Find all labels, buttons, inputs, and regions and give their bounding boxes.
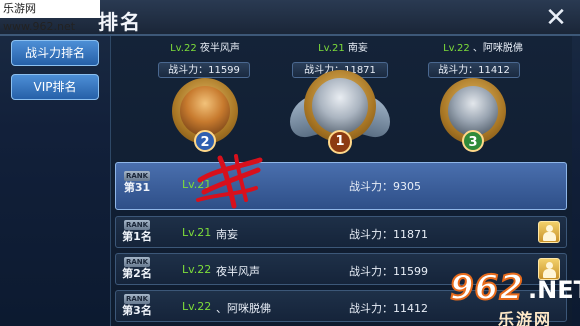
my-rank-row[interactable]: RANK 第31 Lv.21 战斗力：9305 [115,162,567,210]
rank-place: 第3名 [122,304,152,317]
podium-3-power: 战斗力：11412 [428,62,520,78]
rank-place: 第2名 [122,267,152,280]
rank-ribbon: RANK [124,220,150,230]
podium-1-medal[interactable]: 1 [290,70,390,160]
podium-2-label: Lv.22 夜半风声 [150,39,260,54]
avatar-3 [448,86,498,136]
vip-rank-tab[interactable]: VIP排名 [11,74,99,100]
podium-1-label: Lv.21 南妄 [288,39,398,54]
page-title: 排名 [98,10,142,34]
avatar-2 [180,86,230,136]
row-power: 战斗力：11599 [349,265,428,278]
rank-place: 第31 [123,181,151,194]
podium-1-level: Lv.21 [318,43,345,54]
podium-2-name: 夜半风声 [199,43,240,54]
podium-3-level: Lv.22 [443,43,470,54]
person-icon [546,225,553,232]
podium-1-name: 南妄 [347,43,368,54]
avatar-1 [312,78,368,134]
podium-3-name: 、阿咪脱佛 [472,43,523,54]
watermark-suffix: .NET [528,276,580,304]
podium-2-power: 战斗力：11599 [158,62,250,78]
rank-place: 第1名 [122,230,152,243]
red-scribble-mark [196,154,263,209]
rank-tag: RANK 第2名 [120,257,154,283]
podium-3-label: Lv.22 、阿咪脱佛 [418,39,548,54]
row-name: 南妄 [216,228,238,241]
row-power: 战斗力：9305 [349,180,421,193]
row-power: 战斗力：11412 [349,302,428,315]
podium-2-medal[interactable]: 2 [170,78,240,156]
rank-ribbon: RANK [124,171,150,181]
power-rank-tab[interactable]: 战斗力排名 [11,40,99,66]
row-level: Lv.22 [182,300,212,313]
rank-tag: RANK 第1名 [120,220,154,246]
row-level: Lv.22 [182,263,212,276]
rank-badge-1: 1 [328,130,352,154]
row-name: 夜半风声 [216,265,260,278]
row-level: Lv.21 [182,226,212,239]
rank-ribbon: RANK [124,257,150,267]
rank-ribbon: RANK [124,294,150,304]
table-row[interactable]: RANK 第1名 Lv.21 南妄 战斗力：11871 [115,216,567,248]
rank-tag: RANK 第3名 [120,294,154,320]
watermark-brand: 乐游网 [498,310,553,326]
site-logo-watermark: 962 .NET 乐游网 [440,266,580,326]
person-icon-body [543,232,556,241]
row-name: 、阿咪脱佛 [216,302,271,315]
podium-3-medal[interactable]: 3 [438,78,508,156]
site-watermark-label: 乐游网 www.962.net [0,0,100,33]
rank-badge-3: 3 [462,130,484,152]
rank-badge-2: 2 [194,130,216,152]
podium-2-level: Lv.22 [170,43,197,54]
row-power: 战斗力：11871 [349,228,428,241]
view-profile-button[interactable] [538,221,560,243]
close-button[interactable]: ✕ [542,4,570,32]
watermark-number: 962 [449,267,524,309]
rank-tag: RANK 第31 [120,171,154,197]
